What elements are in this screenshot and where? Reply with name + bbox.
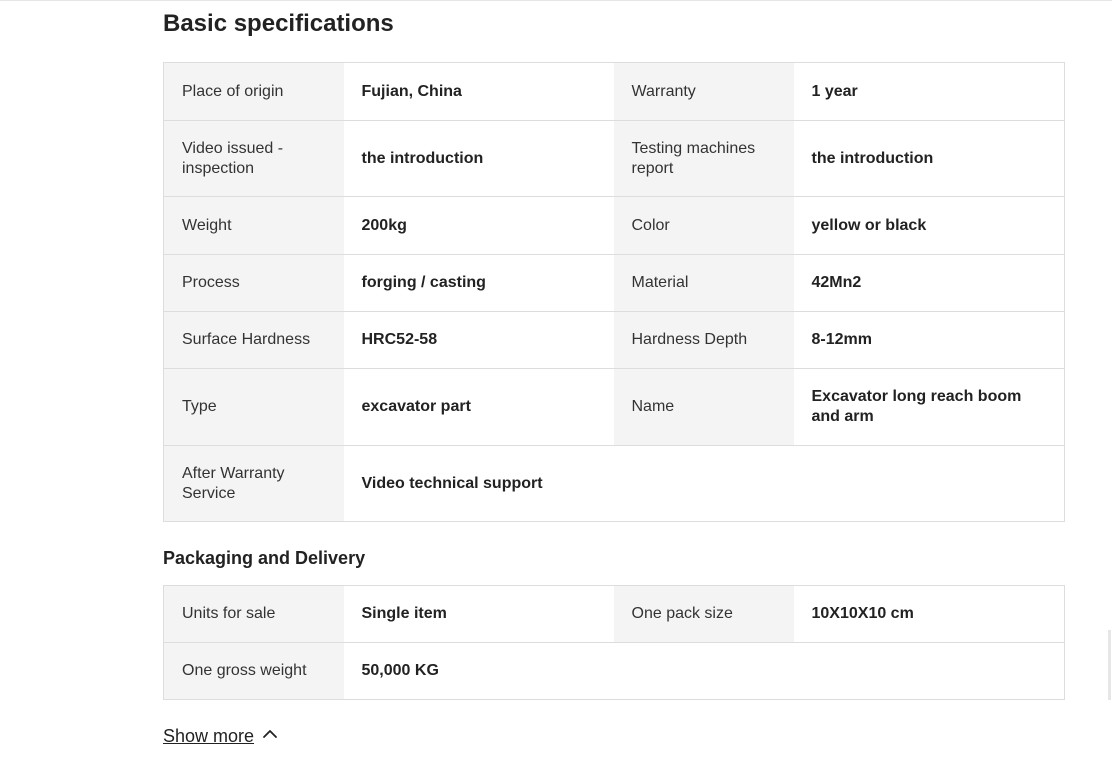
table-row: Type excavator part Name Excavator long …	[163, 368, 1065, 446]
spec-value: 10X10X10 cm	[793, 585, 1065, 643]
spec-key: One pack size	[613, 585, 794, 643]
spec-value: 200kg	[343, 196, 614, 255]
basic-specs-table: Place of origin Fujian, China Warranty 1…	[163, 62, 1065, 522]
packaging-table: Units for sale Single item One pack size…	[163, 585, 1065, 700]
spec-key: Weight	[163, 196, 344, 255]
table-row: One gross weight 50,000 KG	[163, 642, 1065, 700]
spec-value: yellow or black	[793, 196, 1065, 255]
spec-value: HRC52-58	[343, 311, 614, 369]
spec-key: Material	[613, 254, 794, 312]
table-row: Video issued - inspection the introducti…	[163, 120, 1065, 197]
packaging-title: Packaging and Delivery	[163, 548, 366, 568]
basic-specs-title: Basic specifications	[163, 10, 394, 37]
spec-value: 50,000 KG	[343, 642, 1065, 700]
show-more-label: Show more	[163, 726, 255, 746]
spec-value: 1 year	[793, 62, 1065, 121]
spec-key: Units for sale	[163, 585, 344, 643]
table-row: Surface Hardness HRC52-58 Hardness Depth…	[163, 311, 1065, 369]
spec-key: Surface Hardness	[163, 311, 344, 369]
spec-value: 8-12mm	[793, 311, 1065, 369]
spec-value: Excavator long reach boom and arm	[793, 368, 1065, 446]
spec-value: Single item	[343, 585, 614, 643]
spec-key: Name	[613, 368, 794, 446]
table-row: Place of origin Fujian, China Warranty 1…	[163, 62, 1065, 121]
spec-value: the introduction	[343, 120, 614, 197]
spec-key: Hardness Depth	[613, 311, 794, 369]
table-row: Process forging / casting Material 42Mn2	[163, 254, 1065, 312]
spec-key: Type	[163, 368, 344, 446]
show-more-link[interactable]: Show more	[163, 724, 278, 748]
table-row: Units for sale Single item One pack size…	[163, 585, 1065, 643]
spec-key: Color	[613, 196, 794, 255]
top-divider	[0, 0, 1112, 1]
spec-key: Testing machines report	[613, 120, 794, 197]
table-row: Weight 200kg Color yellow or black	[163, 196, 1065, 255]
spec-value: 42Mn2	[793, 254, 1065, 312]
chevron-up-icon	[262, 724, 278, 748]
spec-key: One gross weight	[163, 642, 344, 700]
spec-key: After Warranty Service	[163, 445, 344, 522]
spec-value: Video technical support	[343, 445, 1065, 522]
spec-key: Process	[163, 254, 344, 312]
spec-key: Video issued - inspection	[163, 120, 344, 197]
spec-key: Warranty	[613, 62, 794, 121]
spec-value: forging / casting	[343, 254, 614, 312]
scrollbar[interactable]	[1108, 630, 1111, 700]
spec-value: excavator part	[343, 368, 614, 446]
spec-value: the introduction	[793, 120, 1065, 197]
spec-value: Fujian, China	[343, 62, 614, 121]
spec-key: Place of origin	[163, 62, 344, 121]
table-row: After Warranty Service Video technical s…	[163, 445, 1065, 522]
